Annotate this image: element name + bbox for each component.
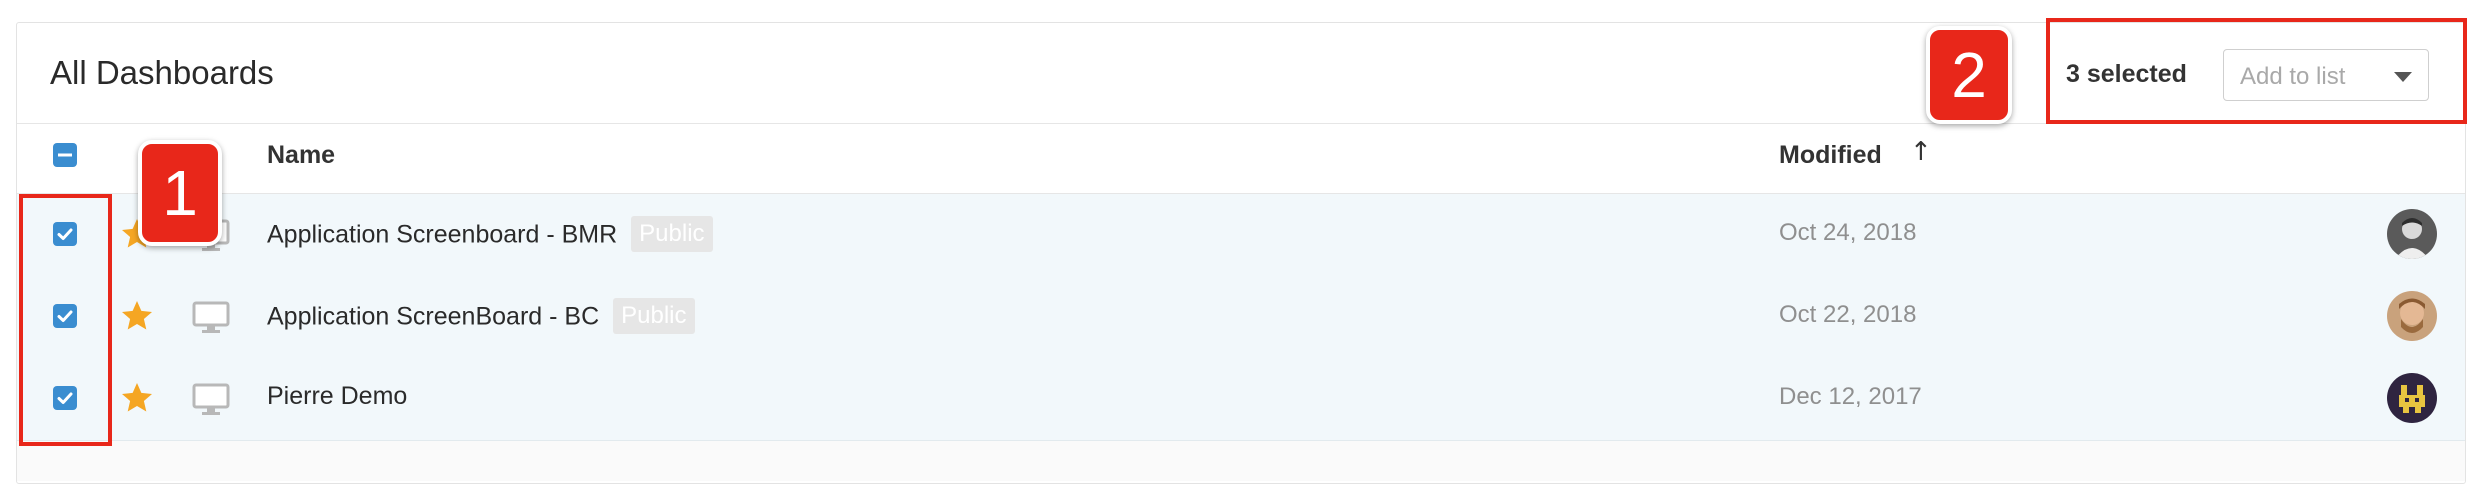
- sort-ascending-icon[interactable]: ↑: [1910, 137, 1932, 167]
- modified-date: Oct 24, 2018: [1779, 219, 1917, 246]
- page-title: All Dashboards: [50, 54, 274, 91]
- dashboard-name[interactable]: Application Screenboard - BMR Public: [267, 216, 713, 254]
- modified-date: Dec 12, 2017: [1779, 383, 1922, 410]
- annotation-box-1: [19, 194, 112, 446]
- column-modified[interactable]: Modified: [1779, 141, 1882, 170]
- public-badge: Public: [631, 216, 713, 252]
- indeterminate-icon: [58, 153, 72, 157]
- dashboard-name[interactable]: Pierre Demo: [267, 382, 407, 411]
- column-name[interactable]: Name: [267, 141, 335, 170]
- star-icon[interactable]: [119, 380, 155, 416]
- avatar: [2387, 291, 2437, 341]
- modified-date: Oct 22, 2018: [1779, 301, 1917, 328]
- column-header-row: Name Modified ↑: [17, 123, 2465, 194]
- annotation-label-1: 1: [138, 140, 222, 246]
- dashboard-name-text[interactable]: Application Screenboard - BMR: [267, 221, 617, 249]
- public-badge: Public: [613, 298, 695, 334]
- table-row[interactable]: Application ScreenBoard - BC Public Oct 2…: [17, 276, 2465, 359]
- select-all-checkbox[interactable]: [53, 143, 77, 167]
- avatar: [2387, 373, 2437, 423]
- dashboard-name-text[interactable]: Application ScreenBoard - BC: [267, 303, 599, 331]
- table-row[interactable]: Pierre Demo Dec 12, 2017: [17, 358, 2465, 441]
- table-row[interactable]: Application Screenboard - BMR Public Oct …: [17, 194, 2465, 277]
- partial-row: [17, 441, 2465, 481]
- avatar: [2387, 209, 2437, 259]
- monitor-icon: [192, 383, 230, 415]
- annotation-box-2: [2046, 18, 2467, 124]
- monitor-icon: [192, 301, 230, 333]
- star-icon[interactable]: [119, 298, 155, 334]
- dashboard-name[interactable]: Application ScreenBoard - BC Public: [267, 298, 695, 336]
- annotation-label-2: 2: [1926, 26, 2012, 124]
- dashboard-name-text[interactable]: Pierre Demo: [267, 382, 407, 410]
